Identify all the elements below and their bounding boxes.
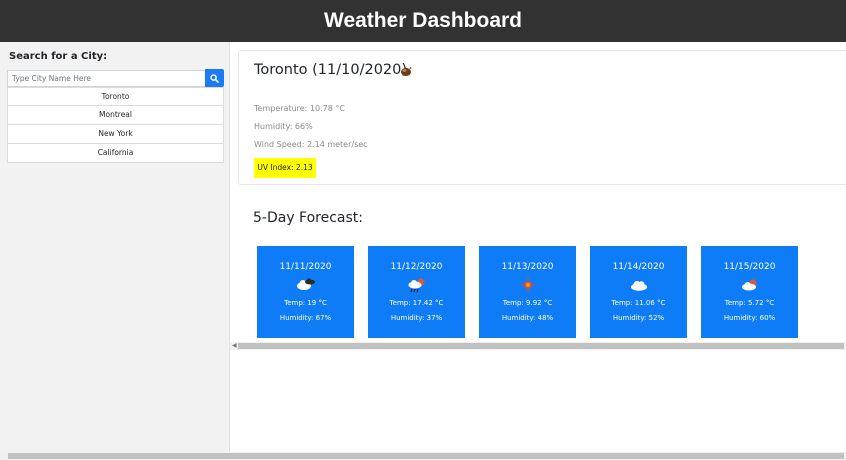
search-button[interactable]	[205, 69, 224, 87]
forecast-card: 11/13/2020 Temp: 9.92 °C Humidity: 48%	[479, 246, 576, 338]
forecast-temp: Temp: 17.42 °C	[389, 299, 444, 307]
sun-icon	[479, 277, 576, 293]
forecast-humidity: Humidity: 52%	[612, 314, 665, 322]
forecast-card: 11/14/2020 Temp: 11.06 °C Humidity: 52%	[590, 246, 687, 338]
sidebar: Search for a City: Toronto Montreal New …	[0, 42, 230, 460]
search-label: Search for a City:	[9, 51, 108, 62]
forecast-temp: Temp: 5.72 °C	[724, 299, 775, 307]
forecast-date: 11/12/2020	[390, 262, 443, 272]
moon-clear-night-icon	[401, 67, 412, 76]
cloud-sun-icon	[701, 277, 798, 293]
forecast-humidity: Humidity: 67%	[279, 314, 332, 322]
uv-index-badge: UV Index: 2.13	[254, 158, 316, 178]
forecast-row: 11/11/2020 Temp: 19 °C Humidity: 67% 11/…	[257, 246, 817, 338]
page-title: Weather Dashboard	[324, 9, 522, 32]
city-history-list: Toronto Montreal New York California	[7, 87, 224, 163]
city-item-montreal[interactable]: Montreal	[7, 106, 224, 125]
current-city-title: Toronto (11/10/2020)	[254, 62, 408, 78]
page-scrollbar-thumb[interactable]	[8, 453, 844, 459]
forecast-temp: Temp: 9.92 °C	[502, 299, 553, 307]
current-weather-card: Toronto (11/10/2020) Temperature: 10.78 …	[238, 50, 846, 185]
wind-speed-text: Wind Speed: 2.14 meter/sec	[254, 140, 368, 149]
forecast-card: 11/15/2020 Temp: 5.72 °C Humidity: 60%	[701, 246, 798, 338]
scrollbar-thumb[interactable]	[238, 343, 844, 349]
city-search-input[interactable]	[7, 70, 205, 87]
app-header: Weather Dashboard	[0, 0, 846, 42]
forecast-temp: Temp: 19 °C	[284, 299, 327, 307]
main-content: Toronto (11/10/2020) Temperature: 10.78 …	[230, 42, 846, 460]
forecast-card: 11/12/2020 Temp: 17.42 °C Humidity: 37%	[368, 246, 465, 338]
forecast-humidity: Humidity: 37%	[390, 314, 443, 322]
forecast-humidity: Humidity: 48%	[501, 314, 554, 322]
city-item-new-york[interactable]: New York	[7, 125, 224, 144]
page-horizontal-scrollbar[interactable]	[0, 452, 846, 460]
cloud-sun-rain-icon	[368, 277, 465, 293]
humidity-text: Humidity: 66%	[254, 122, 313, 131]
forecast-date: 11/15/2020	[723, 262, 776, 272]
city-item-toronto[interactable]: Toronto	[7, 87, 224, 106]
scroll-left-arrow-icon[interactable]: ◀	[232, 342, 237, 350]
cloud-icon	[590, 277, 687, 293]
search-icon	[210, 73, 219, 83]
forecast-title: 5-Day Forecast:	[253, 210, 364, 226]
forecast-humidity: Humidity: 60%	[723, 314, 776, 322]
forecast-temp: Temp: 11.06 °C	[611, 299, 666, 307]
city-item-california[interactable]: California	[7, 144, 224, 163]
temperature-text: Temperature: 10.78 °C	[254, 104, 345, 113]
forecast-card: 11/11/2020 Temp: 19 °C Humidity: 67%	[257, 246, 354, 338]
forecast-date: 11/14/2020	[612, 262, 665, 272]
content-horizontal-scrollbar[interactable]: ◀	[230, 342, 846, 350]
forecast-date: 11/13/2020	[501, 262, 554, 272]
rain-cloud-icon	[257, 277, 354, 293]
forecast-date: 11/11/2020	[279, 262, 332, 272]
